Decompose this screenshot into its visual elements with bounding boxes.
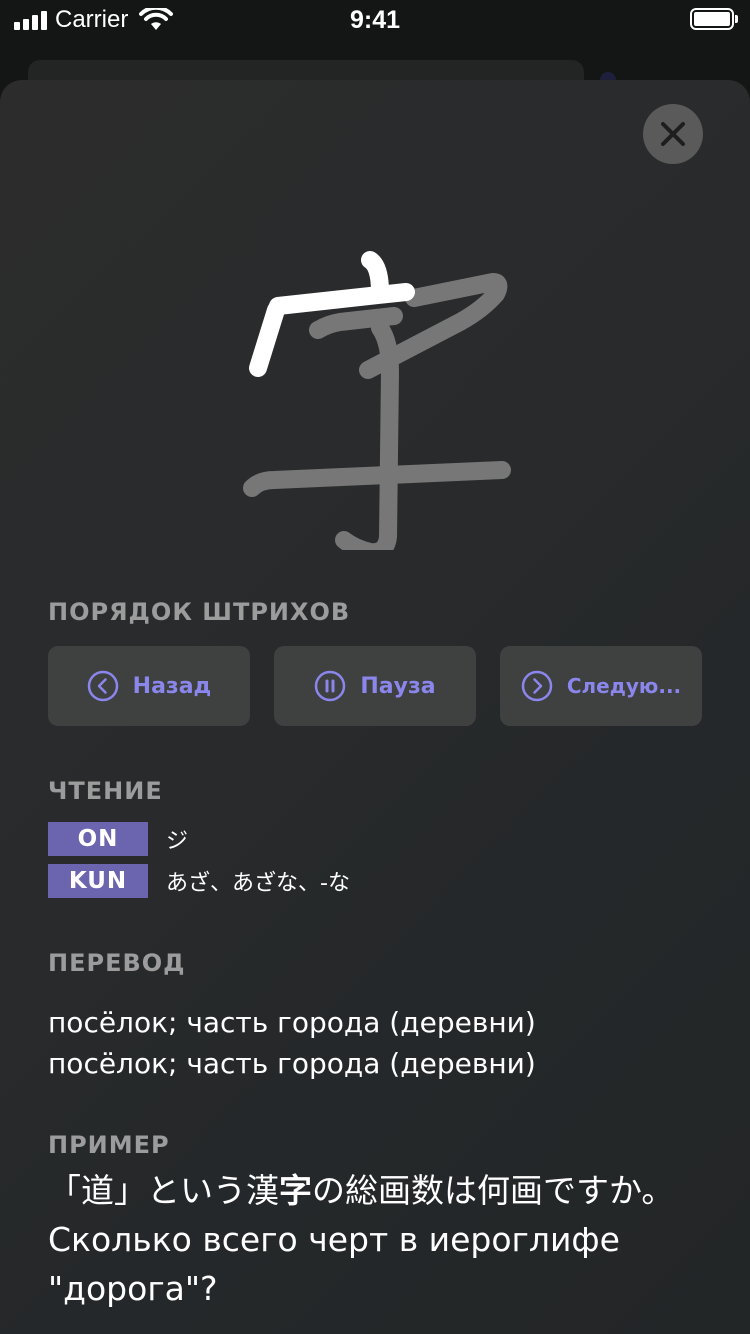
stroke-order-title: ПОРЯДОК ШТРИХОВ bbox=[48, 598, 351, 626]
kanji-stroke-gray bbox=[243, 461, 511, 497]
pause-button-label: Пауза bbox=[360, 673, 436, 699]
back-button[interactable]: Назад bbox=[48, 646, 250, 726]
kun-reading-value: あざ、あざな、-な bbox=[166, 871, 350, 896]
chevron-left-circle-icon bbox=[87, 670, 118, 702]
example-highlighted-kanji: 字 bbox=[279, 1171, 312, 1210]
battery-icon bbox=[690, 8, 738, 30]
example-translation: Сколько всего черт в иероглифе "дорога"? bbox=[48, 1220, 620, 1308]
example-title: ПРИМЕР bbox=[48, 1131, 170, 1159]
next-button[interactable]: Следую... bbox=[500, 646, 702, 726]
example-japanese-part: 「道」という漢 bbox=[48, 1171, 279, 1210]
on-reading-value: ジ bbox=[166, 829, 189, 854]
chevron-right-circle-icon bbox=[521, 670, 553, 702]
translation-title: ПЕРЕВОД bbox=[48, 949, 186, 977]
kanji-detail-sheet: ПОРЯДОК ШТРИХОВ Назад Пауза Следую... ЧТ… bbox=[0, 80, 750, 1334]
pause-circle-icon bbox=[315, 670, 346, 702]
status-bar: Carrier 9:41 bbox=[0, 0, 750, 40]
next-button-label: Следую... bbox=[566, 674, 682, 698]
reading-row-kun: KUN あざ、あざな、-な bbox=[48, 864, 350, 898]
stroke-order-animation bbox=[243, 251, 511, 550]
pause-button[interactable]: Пауза bbox=[274, 646, 476, 726]
kun-reading-badge: KUN bbox=[48, 864, 148, 898]
translation-text: посёлок; часть города (деревни) посёлок;… bbox=[48, 1002, 536, 1084]
close-icon bbox=[661, 122, 685, 146]
reading-title: ЧТЕНИЕ bbox=[48, 777, 163, 805]
clock: 9:41 bbox=[349, 6, 401, 34]
translation-line: посёлок; часть города (деревни) bbox=[48, 1047, 536, 1080]
example-japanese: 「道」という漢字の総画数は何画ですか。 bbox=[48, 1166, 698, 1215]
kanji-stroke-done bbox=[249, 301, 285, 377]
example-text: 「道」という漢字の総画数は何画ですか。 Сколько всего черт в… bbox=[48, 1166, 698, 1313]
back-button-label: Назад bbox=[132, 673, 212, 699]
on-reading-badge: ON bbox=[48, 822, 148, 856]
example-japanese-part: の総画数は何画ですか。 bbox=[312, 1171, 675, 1210]
reading-row-on: ON ジ bbox=[48, 822, 188, 856]
kanji-stroke-done bbox=[269, 283, 415, 315]
translation-line: посёлок; часть города (деревни) bbox=[48, 1006, 536, 1039]
close-button[interactable] bbox=[643, 104, 703, 164]
